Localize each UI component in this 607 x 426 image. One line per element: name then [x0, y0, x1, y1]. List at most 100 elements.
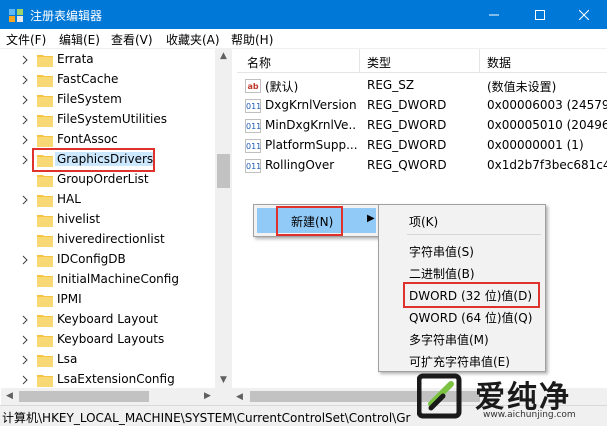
tree-item[interactable]: hivelist	[1, 210, 216, 230]
column-type[interactable]: 类型	[367, 54, 391, 78]
chevron-right-icon[interactable]	[21, 354, 29, 366]
folder-icon	[37, 175, 53, 187]
close-button[interactable]	[561, 0, 607, 29]
tree-item[interactable]: FileSystem	[1, 90, 216, 110]
tree-item[interactable]: GroupOrderList	[1, 170, 216, 190]
chevron-right-icon[interactable]	[21, 194, 29, 206]
submenu-item-qword[interactable]: QWORD (64 位)值(Q)	[379, 305, 545, 327]
value-row[interactable]: 011 DxgKrnlVersion REG_DWORD 0x00006003 …	[237, 96, 607, 116]
tree-item[interactable]: IDConfigDB	[1, 250, 216, 270]
tree-item[interactable]: HAL	[1, 190, 216, 210]
menu-view[interactable]: 查看(V)	[111, 31, 153, 48]
chevron-right-icon[interactable]	[21, 134, 29, 146]
menu-bar: 文件(F) 编辑(E) 查看(V) 收藏夹(A) 帮助(H)	[0, 29, 607, 49]
chevron-right-icon[interactable]	[21, 374, 29, 386]
chevron-right-icon[interactable]	[21, 94, 29, 106]
scroll-left-icon[interactable]: ◀	[5, 392, 14, 401]
tree-item-label: GraphicsDrivers	[55, 152, 156, 166]
registry-tree: Errata FastCache FileSystem FileSystemUt…	[1, 49, 232, 388]
folder-icon	[37, 75, 53, 87]
folder-icon	[37, 295, 53, 307]
value-data: (数值未设置)	[487, 80, 557, 94]
scroll-left-icon[interactable]: ◀	[236, 392, 243, 402]
tree-item[interactable]: Lsa	[1, 350, 216, 370]
folder-icon	[37, 335, 53, 347]
submenu-item-label: 多字符串值(M)	[409, 333, 489, 347]
value-data: 0x1d2b7f3bec681c4	[487, 158, 607, 172]
scroll-right-icon[interactable]: ▶	[203, 392, 212, 401]
menu-favorites[interactable]: 收藏夹(A)	[166, 31, 220, 48]
folder-icon	[37, 255, 53, 267]
tree-item[interactable]: Keyboard Layouts	[1, 330, 216, 350]
scroll-up-icon[interactable]: ▲	[219, 52, 228, 61]
regedit-icon	[9, 9, 23, 22]
chevron-right-icon[interactable]	[21, 74, 29, 86]
folder-icon	[37, 315, 53, 327]
tree-item-label: FileSystemUtilities	[57, 112, 167, 126]
tree-horizontal-scrollbar[interactable]: ◀ ▶	[1, 388, 232, 405]
tree-item-label: FastCache	[57, 72, 119, 86]
submenu-item-multi-string[interactable]: 多字符串值(M)	[379, 327, 545, 349]
column-name[interactable]: 名称	[247, 54, 271, 78]
folder-icon	[37, 135, 53, 147]
maximize-button[interactable]	[517, 0, 563, 29]
tree-item-label: Errata	[57, 52, 94, 66]
tree-item-label: FileSystem	[57, 92, 122, 106]
submenu-item-string[interactable]: 字符串值(S)	[379, 239, 545, 261]
tree-item-selected[interactable]: GraphicsDrivers	[1, 150, 216, 170]
tree-item[interactable]: hiveredirectionlist	[1, 230, 216, 250]
scroll-thumb[interactable]	[19, 391, 149, 402]
menu-file[interactable]: 文件(F)	[6, 31, 46, 48]
value-row[interactable]: ab (默认) REG_SZ (数值未设置)	[237, 76, 607, 96]
folder-icon	[37, 215, 53, 227]
submenu-item-expandable-string[interactable]: 可扩充字符串值(E)	[379, 349, 545, 371]
chevron-right-icon[interactable]	[21, 334, 29, 346]
value-name: MinDxgKrnlVe...	[265, 118, 357, 132]
column-data[interactable]: 数据	[487, 54, 511, 78]
submenu-item-dword[interactable]: DWORD (32 位)值(D)	[379, 283, 545, 305]
tree-item[interactable]: FileSystemUtilities	[1, 110, 216, 130]
tree-item[interactable]: Errata	[1, 50, 216, 70]
tree-item-label: hivelist	[57, 212, 101, 226]
submenu-arrow-icon: ▶	[367, 213, 375, 224]
value-data: 0x00005010 (20496)	[487, 118, 607, 132]
submenu-item-label: 二进制值(B)	[409, 267, 475, 281]
value-name: DxgKrnlVersion	[265, 98, 357, 112]
submenu-item-binary[interactable]: 二进制值(B)	[379, 261, 545, 283]
tree-vertical-scrollbar[interactable]: ▲ ▼	[215, 49, 232, 388]
tree-item[interactable]: Keyboard Layout	[1, 310, 216, 330]
submenu-item-label: 可扩充字符串值(E)	[409, 355, 510, 369]
scroll-down-icon[interactable]: ▼	[219, 376, 228, 385]
chevron-right-icon[interactable]	[21, 314, 29, 326]
chevron-right-icon[interactable]	[21, 154, 29, 166]
folder-icon	[37, 375, 53, 387]
tree-item[interactable]: FastCache	[1, 70, 216, 90]
chevron-right-icon[interactable]	[21, 54, 29, 66]
value-type: REG_SZ	[367, 78, 415, 92]
tree-item-label: Keyboard Layouts	[57, 332, 165, 346]
menu-item-new[interactable]: 新建(N) ▶	[257, 208, 376, 233]
submenu-item-label: DWORD (32 位)值(D)	[409, 289, 532, 303]
column-divider[interactable]	[359, 49, 360, 73]
value-type: REG_DWORD	[367, 118, 447, 132]
tree-item[interactable]: FontAssoc	[1, 130, 216, 150]
value-row[interactable]: 011 MinDxgKrnlVe... REG_DWORD 0x00005010…	[237, 116, 607, 136]
tree-item-label: Lsa	[57, 352, 78, 366]
chevron-right-icon[interactable]	[21, 114, 29, 126]
tree-item[interactable]: InitialMachineConfig	[1, 270, 216, 290]
folder-icon	[37, 95, 53, 107]
chevron-right-icon[interactable]	[21, 254, 29, 266]
value-type: REG_DWORD	[367, 138, 447, 152]
column-divider[interactable]	[479, 49, 480, 73]
binary-value-icon: 011	[245, 139, 261, 153]
tree-item[interactable]: IPMI	[1, 290, 216, 310]
folder-icon	[37, 235, 53, 247]
minimize-button[interactable]	[471, 0, 517, 29]
menu-edit[interactable]: 编辑(E)	[59, 31, 100, 48]
value-row[interactable]: 011 RollingOver REG_QWORD 0x1d2b7f3bec68…	[237, 156, 607, 176]
submenu-item-key[interactable]: 项(K)	[379, 209, 545, 231]
tree-item[interactable]: LsaExtensionConfig	[1, 370, 216, 388]
value-row[interactable]: 011 PlatformSupp... REG_DWORD 0x00000001…	[237, 136, 607, 156]
menu-help[interactable]: 帮助(H)	[231, 31, 273, 48]
scroll-thumb[interactable]	[217, 154, 230, 188]
